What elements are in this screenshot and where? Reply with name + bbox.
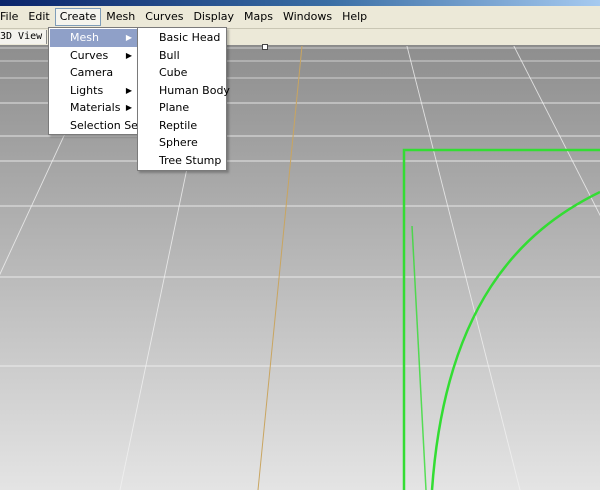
menu-windows[interactable]: Windows (278, 8, 337, 26)
submenu-arrow-icon: ▶ (125, 50, 132, 60)
menu-help[interactable]: Help (337, 8, 372, 26)
menu-curves[interactable]: Curves (140, 8, 188, 26)
mesh-item-sphere[interactable]: Sphere (139, 134, 225, 152)
create-menu-item-curves[interactable]: Curves ▶ (50, 47, 138, 65)
submenu-arrow-icon: ▶ (125, 85, 132, 95)
application-window: File Edit Create Mesh Curves Display Map… (0, 0, 600, 490)
menu-mesh[interactable]: Mesh (101, 8, 140, 26)
create-menu-item-label: Curves (70, 48, 109, 62)
menu-create[interactable]: Create (54, 8, 102, 26)
create-menu-item-lights[interactable]: Lights ▶ (50, 82, 138, 100)
menu-display[interactable]: Display (188, 8, 239, 26)
menu-edit[interactable]: Edit (23, 8, 54, 26)
submenu-arrow-icon: ▶ (125, 103, 132, 112)
mesh-item-bull[interactable]: Bull (139, 47, 225, 65)
mesh-item-human-body[interactable]: Human Body (139, 82, 230, 100)
create-menu-item-label: Lights (70, 83, 104, 97)
mesh-submenu: Basic Head Bull Cube Human Body Plane Re… (137, 27, 230, 171)
create-menu-item-selection-set[interactable]: Selection Set (50, 117, 142, 135)
menu-file[interactable]: File (0, 8, 23, 26)
create-menu-item-mesh[interactable]: Mesh ▶ (50, 29, 138, 47)
viewport-resize-handle[interactable] (262, 44, 268, 50)
create-menu-item-label: Mesh (70, 31, 99, 44)
create-dropdown-menu: Mesh ▶ Curves ▶ Camera Lights ▶ Material… (48, 27, 142, 135)
menu-bar: File Edit Create Mesh Curves Display Map… (0, 6, 600, 29)
create-menu-item-camera[interactable]: Camera (50, 64, 138, 82)
viewport-label[interactable]: 3D View (0, 30, 48, 44)
create-menu-item-label: Materials (70, 101, 121, 114)
mesh-item-basic-head[interactable]: Basic Head (139, 29, 225, 47)
menu-maps[interactable]: Maps (239, 8, 278, 26)
mesh-item-tree-stump[interactable]: Tree Stump (139, 152, 225, 170)
create-menu-item-materials[interactable]: Materials ▶ (50, 99, 138, 117)
mesh-item-plane[interactable]: Plane (139, 99, 225, 117)
create-menu-item-label: Selection Set (70, 118, 143, 132)
mesh-item-reptile[interactable]: Reptile (139, 117, 225, 135)
mesh-item-cube[interactable]: Cube (139, 64, 225, 82)
submenu-arrow-icon: ▶ (125, 33, 132, 42)
create-menu-item-label: Camera (70, 66, 114, 79)
